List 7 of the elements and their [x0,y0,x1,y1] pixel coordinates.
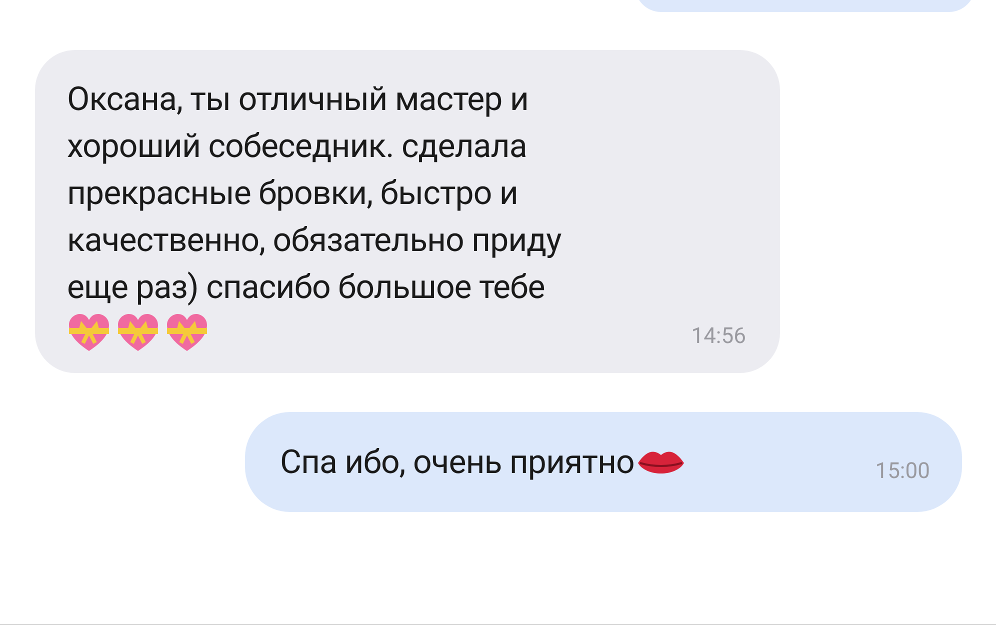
message-time: 15:00 [875,458,930,486]
gift-heart-icon [116,313,160,353]
message-text: Оксана, ты отличный мастер и хороший собеседник. сделала прекрасные бровки, быстро и качественно, обязательно приду еще раз) спасибо большое тебе [67,79,562,309]
message-time: 14:56 [691,323,746,351]
gift-heart-icon [67,313,111,353]
gift-heart-icon [165,313,209,353]
message-text: Спа ибо, очень приятно [280,442,634,484]
